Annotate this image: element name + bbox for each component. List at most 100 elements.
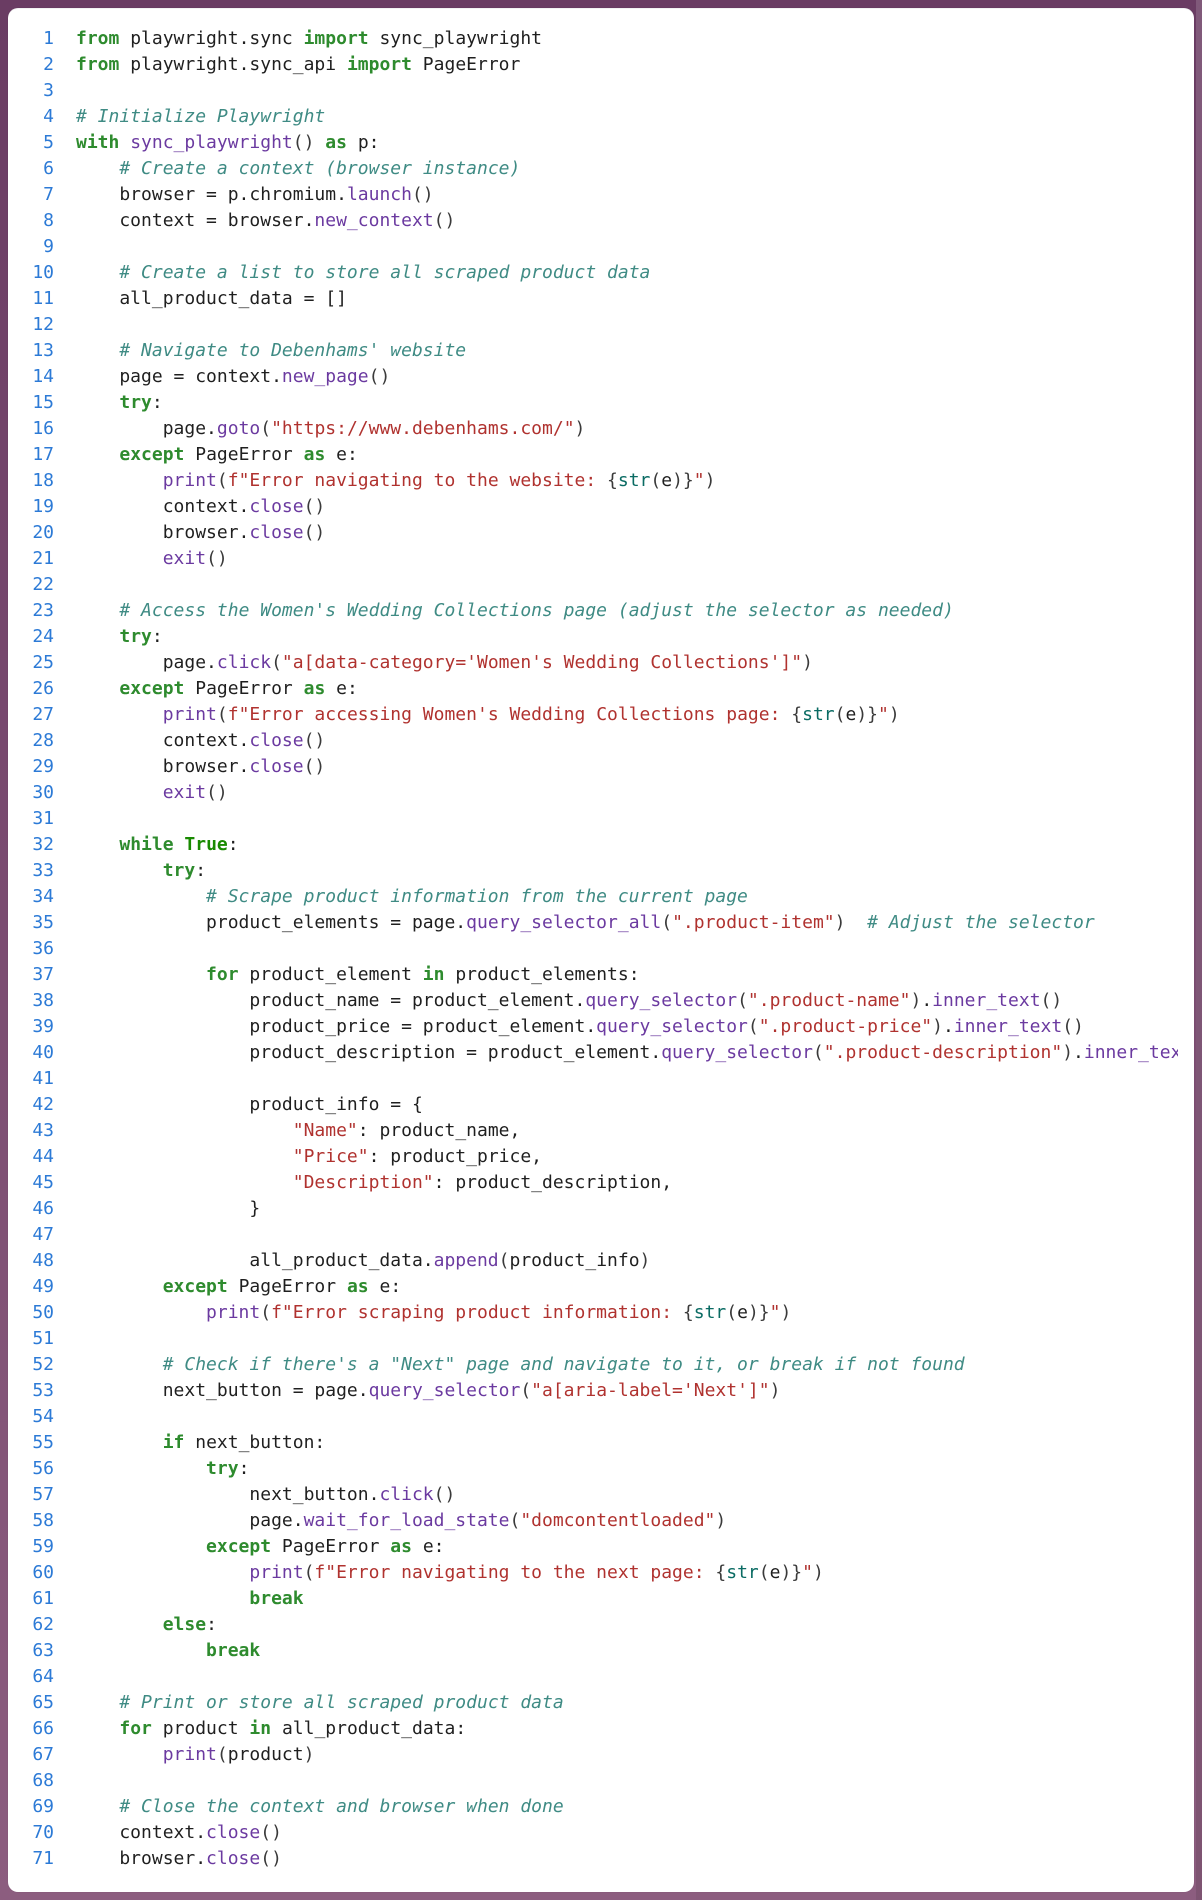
token-pun: ( <box>835 704 846 725</box>
line-number: 24 <box>18 624 76 650</box>
code-line: 16 page.goto("https://www.debenhams.com/… <box>18 416 1178 442</box>
token-pun: ) <box>889 704 900 725</box>
token-str: "domcontentloaded" <box>520 1510 715 1531</box>
code-line: 10 # Create a list to store all scraped … <box>18 260 1178 286</box>
token-pln: e <box>737 1302 748 1323</box>
line-number: 46 <box>18 1196 76 1222</box>
code-line: 44 "Price": product_price, <box>18 1144 1178 1170</box>
token-pun: () <box>1041 990 1063 1011</box>
token-pun: ) <box>932 1016 943 1037</box>
token-pun: { <box>607 470 618 491</box>
line-number: 18 <box>18 468 76 494</box>
line-number: 66 <box>18 1716 76 1742</box>
token-pln <box>76 886 206 907</box>
token-pln <box>76 782 163 803</box>
token-pun: () <box>206 782 228 803</box>
code-text: break <box>76 1586 1178 1612</box>
code-line: 9 <box>18 234 1178 260</box>
line-number: 42 <box>18 1092 76 1118</box>
code-line: 5with sync_playwright() as p: <box>18 130 1178 156</box>
token-pln: product_name = product_element. <box>76 990 585 1011</box>
token-fn: close <box>249 730 303 751</box>
code-line: 12 <box>18 312 1178 338</box>
token-cmt: # Check if there's a "Next" page and nav… <box>163 1354 965 1375</box>
token-kw: with <box>76 132 119 153</box>
token-pln <box>76 1302 206 1323</box>
token-pun: ( <box>499 1250 510 1271</box>
token-pln <box>76 1172 293 1193</box>
line-number: 10 <box>18 260 76 286</box>
code-text: product_info = { <box>76 1092 1178 1118</box>
token-pln: e <box>845 704 856 725</box>
token-fn: print <box>163 1744 217 1765</box>
token-pun: ( <box>748 1016 759 1037</box>
token-str: "Description" <box>293 1172 434 1193</box>
token-pln: playwright.sync_api <box>119 54 347 75</box>
token-pln: all_product_data: <box>271 1718 466 1739</box>
token-kw: break <box>249 1588 303 1609</box>
code-line: 59 except PageError as e: <box>18 1534 1178 1560</box>
code-text: try: <box>76 1456 1178 1482</box>
token-fn: close <box>206 1822 260 1843</box>
token-pun: () <box>260 1822 282 1843</box>
token-fn: click <box>379 1484 433 1505</box>
token-type: str <box>694 1302 727 1323</box>
token-pun: )} <box>856 704 878 725</box>
code-line: 17 except PageError as e: <box>18 442 1178 468</box>
code-text <box>76 1222 1178 1248</box>
token-cmt: # Adjust the selector <box>867 912 1095 933</box>
token-pln <box>76 1692 119 1713</box>
token-pln <box>76 678 119 699</box>
token-pun: ( <box>813 1042 824 1063</box>
token-pln: PageError <box>184 444 303 465</box>
token-str: "a[aria-label='Next']" <box>531 1380 769 1401</box>
code-line: 39 product_price = product_element.query… <box>18 1014 1178 1040</box>
token-pln <box>76 1744 163 1765</box>
code-text <box>76 1326 1178 1352</box>
code-line: 38 product_name = product_element.query_… <box>18 988 1178 1014</box>
token-str: " <box>694 470 705 491</box>
token-fn: inner_text <box>1084 1042 1178 1063</box>
token-pun: ) <box>715 1510 726 1531</box>
token-pln: PageError <box>271 1536 390 1557</box>
code-line: 69 # Close the context and browser when … <box>18 1794 1178 1820</box>
token-pln: e: <box>412 1536 445 1557</box>
code-line: 3 <box>18 78 1178 104</box>
line-number: 8 <box>18 208 76 234</box>
code-line: 30 exit() <box>18 780 1178 806</box>
code-text: # Initialize Playwright <box>76 104 1178 130</box>
line-number: 48 <box>18 1248 76 1274</box>
token-kw: as <box>304 444 326 465</box>
token-pln <box>174 834 185 855</box>
token-fn: goto <box>217 418 260 439</box>
code-text: from playwright.sync_api import PageErro… <box>76 52 1178 78</box>
line-number: 56 <box>18 1456 76 1482</box>
token-bool: True <box>184 834 227 855</box>
token-str: " <box>770 1302 781 1323</box>
token-pln <box>76 1562 249 1583</box>
code-line: 25 page.click("a[data-category='Women's … <box>18 650 1178 676</box>
code-text: product_elements = page.query_selector_a… <box>76 910 1178 936</box>
line-number: 13 <box>18 338 76 364</box>
code-text <box>76 1664 1178 1690</box>
token-pun: ) <box>770 1380 781 1401</box>
line-number: 38 <box>18 988 76 1014</box>
token-pln: : product_description, <box>434 1172 672 1193</box>
token-pln: browser = p.chromium. <box>76 184 347 205</box>
token-pun: ( <box>650 470 661 491</box>
line-number: 50 <box>18 1300 76 1326</box>
token-fn: inner_text <box>954 1016 1062 1037</box>
line-number: 52 <box>18 1352 76 1378</box>
token-pln <box>76 548 163 569</box>
token-pln <box>76 392 119 413</box>
line-number: 14 <box>18 364 76 390</box>
code-line: 8 context = browser.new_context() <box>18 208 1178 234</box>
token-pln <box>76 444 119 465</box>
code-line: 26 except PageError as e: <box>18 676 1178 702</box>
token-pun: ( <box>217 704 228 725</box>
code-text: "Description": product_description, <box>76 1170 1178 1196</box>
token-kw: as <box>325 132 347 153</box>
code-line: 53 next_button = page.query_selector("a[… <box>18 1378 1178 1404</box>
line-number: 29 <box>18 754 76 780</box>
code-line: 60 print(f"Error navigating to the next … <box>18 1560 1178 1586</box>
